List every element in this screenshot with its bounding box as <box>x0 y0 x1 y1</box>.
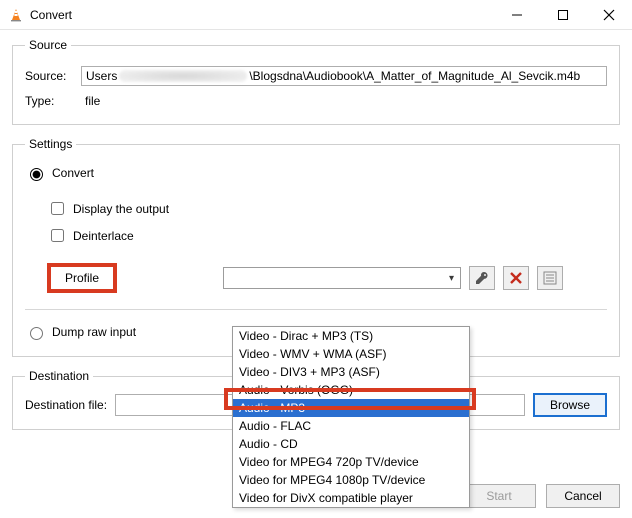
destination-legend: Destination <box>25 369 93 383</box>
display-output-label: Display the output <box>73 202 169 216</box>
titlebar: Convert <box>0 0 632 30</box>
dump-raw-radio[interactable]: Dump raw input <box>25 324 136 340</box>
profile-option[interactable]: Video for MPEG4 720p TV/device <box>233 453 469 471</box>
delete-profile-button[interactable] <box>503 266 529 290</box>
convert-radio[interactable]: Convert <box>25 165 94 181</box>
profile-option[interactable]: Audio - CD <box>233 435 469 453</box>
profile-option[interactable]: Video - Dirac + MP3 (TS) <box>233 327 469 345</box>
profile-option[interactable]: Video for DivX compatible player <box>233 489 469 507</box>
profile-dropdown[interactable]: Video - Dirac + MP3 (TS)Video - WMV + WM… <box>232 326 470 508</box>
display-output-input[interactable] <box>51 202 64 215</box>
type-value: file <box>85 94 100 108</box>
source-suffix: \Blogsdna\Audiobook\A_Matter_of_Magnitud… <box>249 69 580 83</box>
source-field[interactable]: Users \Blogsdna\Audiobook\A_Matter_of_Ma… <box>81 66 607 86</box>
dump-raw-label: Dump raw input <box>52 325 136 339</box>
profile-label: Profile <box>47 263 117 293</box>
profile-option[interactable]: Audio - FLAC <box>233 417 469 435</box>
convert-radio-label: Convert <box>52 166 94 180</box>
close-button[interactable] <box>586 0 632 30</box>
dump-raw-input[interactable] <box>30 327 43 340</box>
deinterlace-label: Deinterlace <box>73 229 134 243</box>
source-prefix: Users <box>86 69 117 83</box>
dialog-footer: Start Cancel <box>462 484 620 508</box>
profile-option[interactable]: Video for MPEG4 1080p TV/device <box>233 471 469 489</box>
minimize-button[interactable] <box>494 0 540 30</box>
edit-profile-button[interactable] <box>469 266 495 290</box>
profile-combo[interactable]: ▾ <box>223 267 461 289</box>
new-profile-button[interactable] <box>537 266 563 290</box>
display-output-check[interactable]: Display the output <box>47 199 169 218</box>
new-profile-icon <box>543 271 557 285</box>
start-button[interactable]: Start <box>462 484 536 508</box>
deinterlace-check[interactable]: Deinterlace <box>47 226 134 245</box>
delete-icon <box>510 272 522 284</box>
browse-button[interactable]: Browse <box>533 393 607 417</box>
window-title: Convert <box>30 8 72 22</box>
settings-group: Settings Convert Display the output Dein… <box>12 137 620 357</box>
wrench-icon <box>475 271 489 285</box>
deinterlace-input[interactable] <box>51 229 64 242</box>
source-group: Source Source: Users \Blogsdna\Audiobook… <box>12 38 620 125</box>
settings-legend: Settings <box>25 137 76 151</box>
maximize-button[interactable] <box>540 0 586 30</box>
app-icon <box>8 7 24 23</box>
profile-option[interactable]: Video - DIV3 + MP3 (ASF) <box>233 363 469 381</box>
convert-radio-input[interactable] <box>30 168 43 181</box>
profile-option[interactable]: Video - WMV + WMA (ASF) <box>233 345 469 363</box>
profile-option[interactable]: Audio - Vorbis (OGG) <box>233 381 469 399</box>
destination-file-label: Destination file: <box>25 398 107 412</box>
redacted-segment <box>119 70 247 82</box>
source-legend: Source <box>25 38 71 52</box>
profile-option[interactable]: Audio - MP3 <box>233 399 469 417</box>
type-label: Type: <box>25 94 81 108</box>
cancel-button[interactable]: Cancel <box>546 484 620 508</box>
chevron-down-icon: ▾ <box>449 273 454 284</box>
source-label: Source: <box>25 69 81 83</box>
